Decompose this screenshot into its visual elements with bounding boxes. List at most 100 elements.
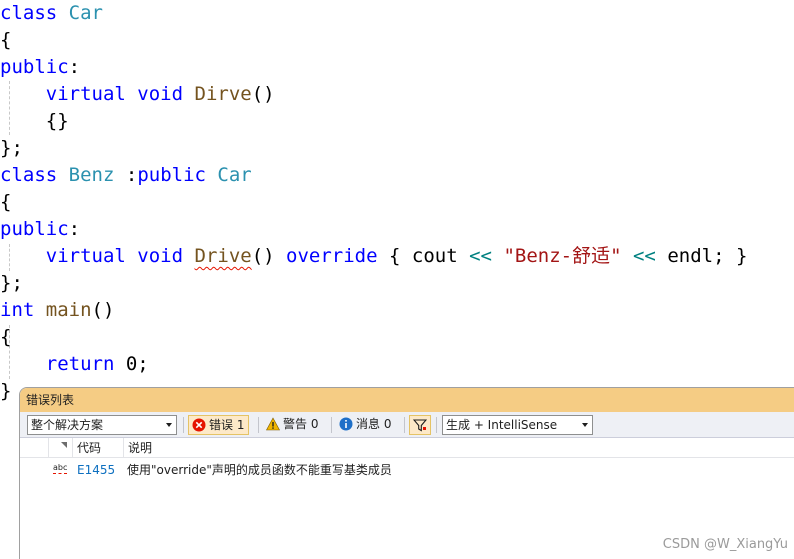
errors-toggle[interactable]: 错误 1 <box>188 415 250 435</box>
code-token: return <box>45 353 115 375</box>
code-token: << <box>469 245 492 267</box>
scope-dropdown[interactable]: 整个解决方案 <box>27 415 177 435</box>
code-token: main <box>45 299 92 321</box>
warnings-toggle[interactable]: 警告 0 <box>263 415 322 435</box>
chevron-down-icon <box>582 423 588 427</box>
code-token: ; } <box>713 245 748 267</box>
code-token: }; <box>0 272 23 294</box>
code-line[interactable]: }; <box>0 135 23 162</box>
code-line[interactable]: { <box>0 324 11 351</box>
code-line[interactable]: virtual void Drive() override { cout << … <box>0 243 748 270</box>
toolbar-divider <box>258 417 259 433</box>
code-token: override <box>286 245 378 267</box>
code-token: int <box>0 299 35 321</box>
error-icon <box>192 418 206 432</box>
code-token: public <box>137 164 206 186</box>
code-token: { <box>0 326 12 348</box>
scope-dropdown-value: 整个解决方案 <box>31 418 104 432</box>
error-squiggle-token: Drive <box>194 245 252 267</box>
code-token: () <box>251 245 287 267</box>
code-token: void <box>137 245 184 267</box>
code-token: Car <box>217 164 252 186</box>
code-token: "Benz-舒适" <box>503 245 622 267</box>
code-line[interactable]: virtual void Dirve() <box>0 81 275 108</box>
table-row[interactable]: abc E1455 使用"override"声明的成员函数不能重写基类成员 <box>20 460 794 480</box>
code-token: public <box>0 218 69 240</box>
code-token: : <box>114 164 138 186</box>
code-line[interactable]: return 0; <box>0 351 149 378</box>
filter-button[interactable] <box>409 415 431 435</box>
code-line[interactable]: public: <box>0 54 80 81</box>
code-token: }; <box>0 137 23 159</box>
code-token: } <box>0 380 12 402</box>
code-token: virtual <box>45 245 126 267</box>
code-token: { <box>0 29 12 51</box>
code-token: 0; <box>114 353 149 375</box>
code-line[interactable]: public: <box>0 216 80 243</box>
code-token: Car <box>68 2 103 24</box>
error-code-link[interactable]: E1455 <box>77 461 115 479</box>
build-source-dropdown[interactable]: 生成 + IntelliSense <box>442 415 593 435</box>
code-token: { <box>377 245 412 267</box>
code-token: class <box>0 2 58 24</box>
code-line[interactable]: class Car <box>0 0 103 27</box>
code-line[interactable]: int main() <box>0 297 114 324</box>
info-icon <box>339 417 353 431</box>
warnings-toggle-label: 警告 0 <box>283 417 319 431</box>
code-token: () <box>251 83 275 105</box>
column-divider[interactable] <box>123 438 124 458</box>
build-source-dropdown-value: 生成 + IntelliSense <box>446 418 558 432</box>
toolbar-divider <box>404 417 405 433</box>
toolbar-divider <box>331 417 332 433</box>
intellisense-abc-icon: abc <box>53 463 68 474</box>
code-token: cout <box>411 245 458 267</box>
watermark: CSDN @W_XiangYu <box>662 537 788 552</box>
code-line[interactable]: }; <box>0 270 23 297</box>
code-token: virtual <box>45 83 126 105</box>
panel-title[interactable]: 错误列表 <box>20 388 794 412</box>
code-line[interactable]: { <box>0 27 11 54</box>
code-token: Benz <box>68 164 115 186</box>
code-token: class <box>0 164 58 186</box>
column-divider <box>48 438 49 458</box>
toolbar-divider <box>436 417 437 433</box>
code-token: {} <box>0 110 69 132</box>
code-token: : <box>68 218 81 240</box>
error-list-panel: 错误列表 整个解决方案 错误 1 警告 0 消息 0 生成 + IntelliS… <box>19 387 794 559</box>
code-line[interactable]: class Benz :public Car <box>0 162 252 189</box>
messages-toggle[interactable]: 消息 0 <box>336 415 395 435</box>
code-token: void <box>137 83 184 105</box>
code-token: { <box>0 191 12 213</box>
column-divider[interactable] <box>72 438 73 458</box>
messages-toggle-label: 消息 0 <box>356 417 392 431</box>
code-token: public <box>0 56 69 78</box>
sort-icon[interactable] <box>60 441 68 449</box>
column-header-description[interactable]: 说明 <box>128 440 152 456</box>
code-line[interactable]: } <box>0 378 11 405</box>
code-token: endl <box>667 245 714 267</box>
warning-icon <box>266 417 280 431</box>
error-description: 使用"override"声明的成员函数不能重写基类成员 <box>127 463 392 477</box>
chevron-down-icon <box>166 423 172 427</box>
code-token: Dirve <box>194 83 252 105</box>
error-list-toolbar: 整个解决方案 错误 1 警告 0 消息 0 生成 + IntelliSense <box>20 412 794 438</box>
errors-toggle-label: 错误 1 <box>209 418 245 432</box>
code-line[interactable]: { <box>0 189 11 216</box>
column-header-code[interactable]: 代码 <box>77 440 101 456</box>
filter-icon <box>413 419 427 432</box>
error-list-header: 代码 说明 <box>20 438 794 458</box>
code-line[interactable]: {} <box>0 108 69 135</box>
